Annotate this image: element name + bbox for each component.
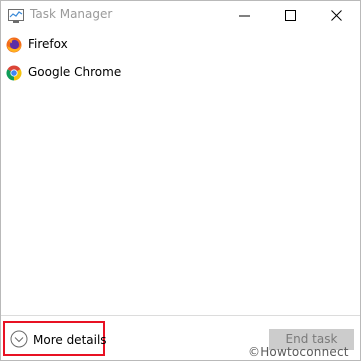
more-details-button[interactable]: More details — [3, 321, 107, 356]
maximize-icon — [285, 10, 296, 21]
firefox-icon — [6, 37, 22, 53]
process-item-chrome[interactable]: Google Chrome — [1, 59, 360, 87]
close-icon — [331, 10, 342, 21]
maximize-button[interactable] — [268, 1, 314, 31]
title-bar[interactable]: Task Manager — [1, 1, 360, 31]
minimize-button[interactable] — [222, 1, 268, 31]
more-details-label: More details — [33, 333, 107, 347]
minimize-icon — [239, 15, 250, 17]
task-manager-window: Task Manager Firefox Google Chrome More … — [0, 0, 361, 361]
task-manager-icon — [8, 8, 24, 23]
footer-divider — [1, 315, 360, 316]
chevron-down-circle-icon — [10, 330, 28, 348]
process-name: Google Chrome — [28, 65, 122, 79]
process-name: Firefox — [28, 37, 68, 51]
chrome-icon — [6, 65, 22, 81]
window-title: Task Manager — [30, 7, 113, 21]
process-item-firefox[interactable]: Firefox — [1, 31, 360, 59]
close-button[interactable] — [314, 1, 360, 31]
watermark: ©Howtoconnect — [248, 345, 349, 359]
